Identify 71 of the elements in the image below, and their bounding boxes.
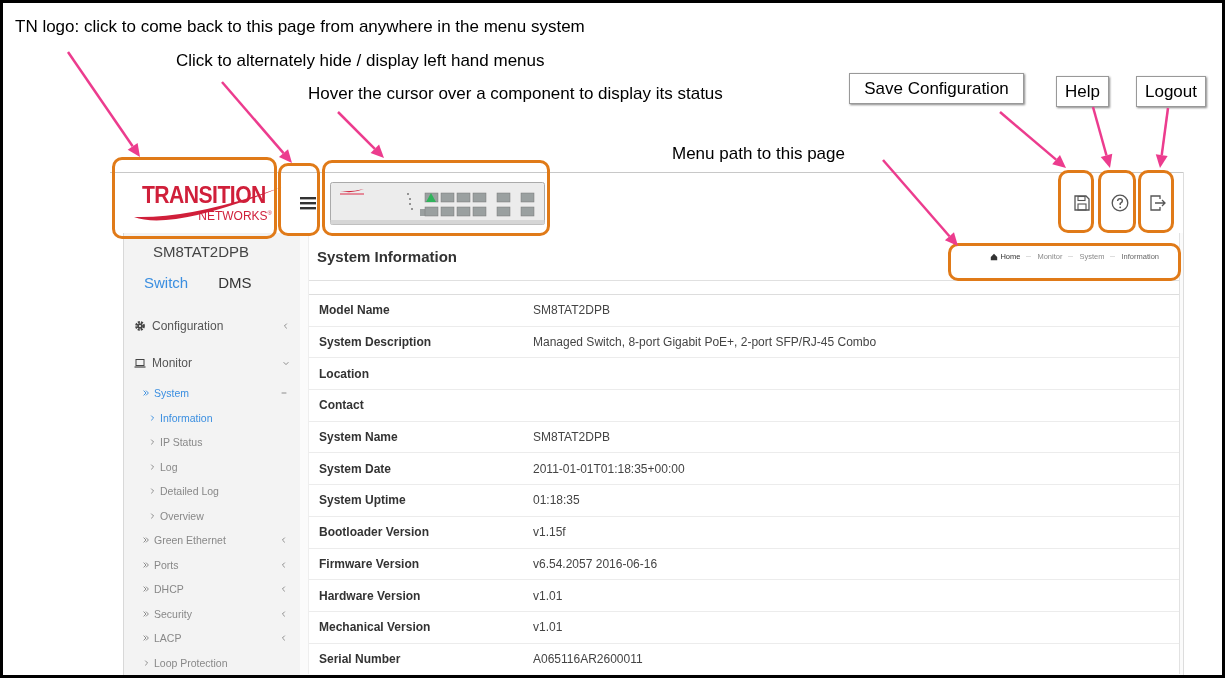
field-label: Serial Number xyxy=(318,651,402,666)
field-label: Location xyxy=(318,366,370,381)
field-value: v1.15f xyxy=(533,525,566,540)
callout-arrow xyxy=(1091,106,1113,168)
save-configuration-button[interactable]: Save Configuration xyxy=(849,73,1024,104)
chevron-icon xyxy=(148,438,156,447)
field-value: Managed Switch, 8-port Gigabit PoE+, 2-port SFP/RJ-45 Combo xyxy=(533,335,877,350)
menu-item[interactable]: Loop Protection xyxy=(124,650,300,675)
field-value: v1.01 xyxy=(533,620,563,635)
field-label: Mechanical Version xyxy=(318,620,432,635)
field-value: v6.54.2057 2016-06-16 xyxy=(533,556,658,571)
menu-tab[interactable]: Switch xyxy=(144,274,189,291)
menu-item[interactable]: Detailed Log xyxy=(124,479,300,504)
field-value: 01:18:35 xyxy=(533,493,580,508)
chevron-icon xyxy=(148,462,156,471)
home-icon xyxy=(990,252,999,261)
field-label: Bootloader Version xyxy=(318,525,431,540)
page-title: System Information xyxy=(317,248,459,265)
chevron-icon xyxy=(148,511,156,520)
field-label: Model Name xyxy=(318,303,391,318)
field-label: Contact xyxy=(318,398,365,413)
menu-item[interactable]: IP Status xyxy=(124,430,300,455)
menu-item[interactable]: Log xyxy=(124,454,300,479)
field-label: System Uptime xyxy=(318,493,407,508)
menu-item[interactable]: DHCP xyxy=(124,577,300,602)
callout-arrow xyxy=(1155,107,1170,168)
field-label: System Description xyxy=(318,335,433,350)
chevron-icon xyxy=(148,413,156,422)
callout-text: Hover the cursor over a component to display its status xyxy=(308,84,723,104)
logout-button[interactable]: Logout xyxy=(1136,76,1206,107)
field-value: v1.01 xyxy=(533,588,563,603)
gear-icon xyxy=(134,319,146,332)
field-label: System Date xyxy=(318,461,393,476)
highlight-frame xyxy=(1098,170,1136,233)
menu-tab[interactable]: DMS xyxy=(218,274,252,291)
field-value: A065116AR2600011 xyxy=(533,651,643,666)
field-value: 2011-01-01T01:18:35+00:00 xyxy=(533,461,685,476)
menu-item[interactable]: Ports xyxy=(124,552,300,577)
device-name: SM8TAT2DPB xyxy=(151,243,251,260)
menu-item[interactable]: Green Ethernet xyxy=(124,528,300,553)
highlight-frame xyxy=(1058,170,1094,233)
double-chevron-icon xyxy=(142,389,150,398)
field-label: Hardware Version xyxy=(318,588,422,603)
field-value: SM8TAT2DPB xyxy=(533,430,610,445)
switch-front-panel-drawing[interactable] xyxy=(330,181,545,225)
menu-item[interactable]: LACP xyxy=(124,626,300,651)
menu-item[interactable]: Information xyxy=(124,405,300,430)
double-chevron-icon xyxy=(142,609,150,618)
menu-item[interactable]: System xyxy=(124,381,300,406)
double-chevron-icon xyxy=(142,585,150,594)
callout-text: TN logo: click to come back to this page from anywhere in the menu system xyxy=(15,17,585,37)
help-button[interactable]: Help xyxy=(1056,76,1109,107)
field-label: Firmware Version xyxy=(318,556,421,571)
menu-item[interactable]: Configuration xyxy=(124,307,300,344)
double-chevron-icon xyxy=(142,536,150,545)
callout-arrow xyxy=(999,111,1066,168)
menu-item[interactable]: Overview xyxy=(124,503,300,528)
callout-arrow xyxy=(337,111,384,158)
double-chevron-icon xyxy=(142,634,150,643)
menu-icon[interactable] xyxy=(300,196,316,210)
laptop-icon xyxy=(134,356,146,369)
callout-text: Click to alternately hide / display left hand menus xyxy=(176,51,545,71)
chevron-icon xyxy=(142,658,150,667)
menu-item[interactable]: Security xyxy=(124,601,300,626)
chevron-icon xyxy=(148,487,156,496)
menu-item[interactable]: Monitor xyxy=(124,344,300,381)
field-label: System Name xyxy=(318,430,399,445)
field-value: SM8TAT2DPB xyxy=(533,303,610,318)
double-chevron-icon xyxy=(142,560,150,569)
callout-text: Menu path to this page xyxy=(672,144,845,164)
highlight-frame xyxy=(1138,170,1174,233)
